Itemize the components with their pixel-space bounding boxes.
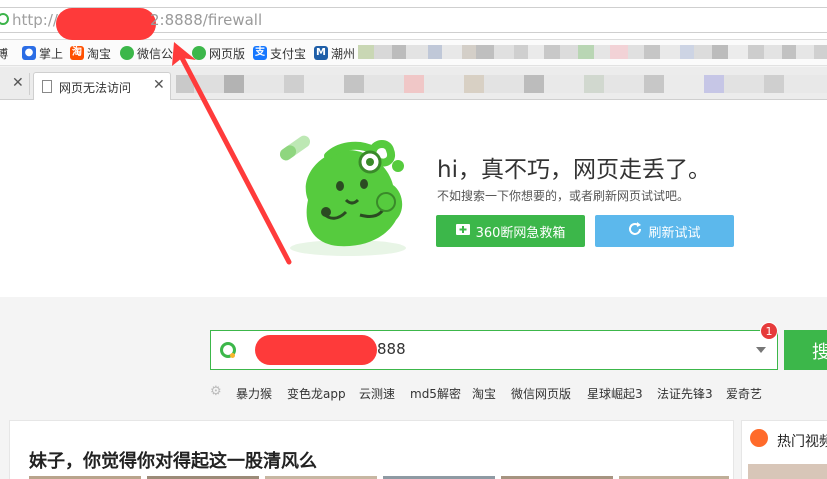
paw-icon: ● [22, 46, 36, 60]
bookmark-label: 网页版 [209, 46, 246, 61]
mascot-illustration [279, 135, 406, 256]
gear-icon[interactable]: ⚙ [210, 384, 222, 399]
first-aid-icon [455, 222, 470, 240]
bookmark-zhangshang[interactable]: ● 掌上 [22, 44, 63, 62]
address-bar: http:// 2:8888/firewall [0, 0, 827, 40]
search-button[interactable]: 搜 [784, 330, 827, 370]
url-path: 2:8888/firewall [150, 11, 263, 29]
hot-video-thumbnail[interactable] [748, 464, 827, 479]
search-logo-dot [230, 353, 235, 358]
tab-active[interactable]: 网页无法访问 ✕ [33, 72, 171, 100]
search-redaction [255, 335, 377, 365]
wechat-web-icon [192, 46, 206, 60]
bookmark-weibo[interactable]: 博 [0, 44, 8, 62]
hotword[interactable]: md5解密 [410, 385, 461, 402]
tab-title: 网页无法访问 [59, 81, 132, 95]
hotword[interactable]: 爱奇艺 [726, 385, 762, 402]
network-rescue-button[interactable]: 360断网急救箱 [436, 215, 585, 247]
url-field[interactable]: http:// 2:8888/firewall [0, 7, 827, 40]
bookmark-alipay[interactable]: 支 支付宝 [253, 44, 306, 62]
blurred-tabs [176, 75, 827, 93]
bookmark-label: 博 [0, 46, 9, 61]
network-rescue-label: 360断网急救箱 [475, 225, 566, 241]
search-value: 888 [377, 340, 406, 358]
error-subtitle: 不如搜索一下你想要的，或者刷新网页试试吧。 [437, 189, 690, 203]
hot-video-title[interactable]: 热门视频 [777, 431, 827, 451]
m-logo-icon: M [314, 46, 328, 60]
chevron-down-icon[interactable] [756, 347, 766, 353]
wechat-icon [120, 46, 134, 60]
url-redaction [56, 8, 156, 40]
flame-icon [750, 429, 768, 447]
hotword[interactable]: 暴力猴 [236, 385, 272, 402]
close-icon[interactable]: ✕ [12, 75, 24, 91]
bookmark-label: 微信公 [137, 46, 174, 61]
blurred-bookmarks [358, 45, 827, 59]
site-security-icon [0, 13, 9, 25]
bookmark-label: 支付宝 [270, 46, 307, 61]
search-button-label: 搜 [812, 342, 827, 363]
bookmark-wechat-web[interactable]: 网页版 [192, 44, 245, 62]
hotword[interactable]: 微信网页版 [511, 385, 571, 402]
tab-divider [29, 73, 30, 95]
bookmark-label: 掌上 [39, 46, 64, 61]
bookmark-wechat-mp[interactable]: 微信公 [120, 44, 173, 62]
notification-badge: 1 [760, 322, 778, 340]
hotword[interactable]: 云测速 [359, 385, 395, 402]
hotword[interactable]: 星球崛起3 [587, 385, 643, 402]
close-icon[interactable]: ✕ [153, 77, 165, 93]
page-icon [42, 80, 52, 93]
bookmark-taobao[interactable]: 淘 淘宝 [70, 44, 111, 62]
alipay-icon: 支 [253, 46, 267, 60]
news-headline[interactable]: 妹子，你觉得你对得起这一股清风么 [29, 447, 317, 473]
taobao-icon: 淘 [70, 46, 84, 60]
hotword[interactable]: 淘宝 [472, 385, 496, 402]
bookmark-chaozhou[interactable]: M 潮州 [314, 44, 355, 62]
url-scheme: http:// [12, 11, 58, 29]
refresh-button[interactable]: 刷新试试 [595, 215, 734, 247]
refresh-icon [628, 222, 642, 240]
bookmark-label: 淘宝 [87, 46, 112, 61]
error-title: hi，真不巧，网页走丢了。 [437, 157, 711, 183]
hotword[interactable]: 法证先锋3 [657, 385, 713, 402]
refresh-label: 刷新试试 [648, 225, 701, 241]
hotword[interactable]: 变色龙app [287, 385, 346, 402]
search-input[interactable]: 888 [210, 330, 778, 370]
bookmark-label: 潮州 [331, 46, 356, 61]
